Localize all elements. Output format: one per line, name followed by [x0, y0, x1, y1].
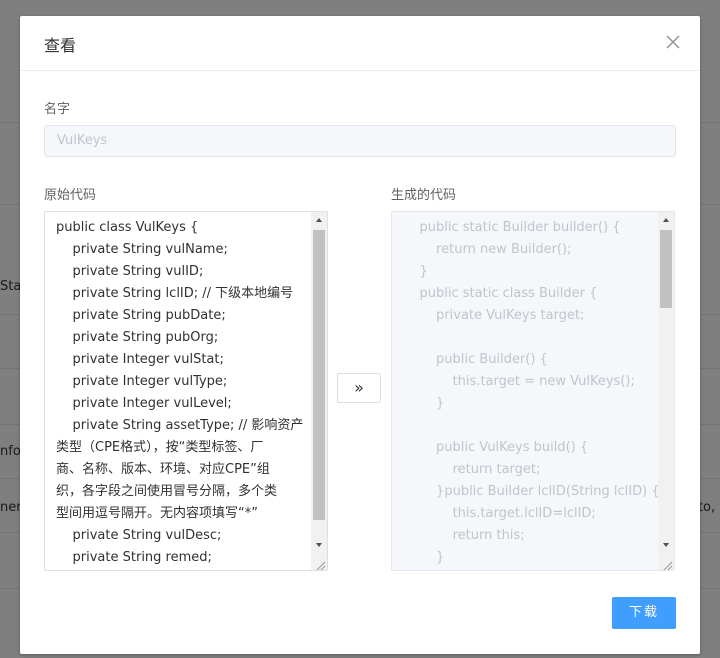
- view-dialog: 查看 名字 VulKeys 原始代码 生成的代码 public class Vu…: [20, 16, 700, 654]
- dialog-header: 查看: [20, 16, 700, 71]
- code-line: private Integer vulStat;: [56, 352, 224, 367]
- code-line: 商、名称、版本、环境、对应CPE”组: [56, 462, 270, 477]
- scroll-down-arrow-icon[interactable]: [658, 538, 674, 552]
- generated-code-textarea[interactable]: public static Builder builder() { return…: [391, 211, 675, 571]
- name-label: 名字: [44, 102, 71, 117]
- code-line: 类型（CPE格式），按“类型标签、厂: [56, 440, 264, 455]
- close-icon[interactable]: [664, 33, 682, 51]
- code-line: this.target = new VulKeys();: [403, 374, 635, 389]
- code-line: 织，各字段之间使用冒号分隔，多个类: [56, 484, 278, 499]
- original-code-text: public class VulKeys { private String vu…: [45, 212, 311, 570]
- generated-code-label: 生成的代码: [391, 188, 457, 203]
- code-line: private Integer vulLevel;: [56, 396, 232, 411]
- name-field[interactable]: VulKeys: [44, 125, 676, 157]
- code-line: public class VulKeys {: [56, 220, 199, 235]
- original-code-label: 原始代码: [44, 188, 97, 203]
- code-line: private String vulID;: [56, 264, 204, 279]
- code-line: this.target.lclID=lclID;: [403, 506, 596, 521]
- scroll-down-arrow-icon[interactable]: [311, 538, 327, 552]
- resize-handle-icon[interactable]: [660, 556, 673, 570]
- code-line: }: [403, 550, 445, 565]
- download-button[interactable]: 下载: [612, 597, 676, 629]
- code-line: }public Builder lclID(String lclID) {: [403, 484, 658, 499]
- code-line: private VulKeys target;: [403, 308, 585, 323]
- scroll-up-arrow-icon[interactable]: [311, 214, 327, 228]
- convert-button[interactable]: »: [337, 373, 381, 403]
- code-line: private String remed;: [56, 550, 212, 565]
- code-line: 型间用逗号隔开。无内容项填写“*”: [56, 506, 258, 521]
- code-line: private String lclID; // 下级本地编号: [56, 286, 294, 301]
- code-line: return this;: [403, 528, 525, 543]
- code-line: return new Builder();: [403, 242, 572, 257]
- code-line: public VulKeys build() {: [403, 440, 589, 455]
- code-line: public static class Builder {: [403, 286, 598, 301]
- original-code-textarea[interactable]: public class VulKeys { private String vu…: [44, 211, 328, 571]
- generated-code-scrollbar[interactable]: [658, 212, 674, 570]
- scrollbar-thumb[interactable]: [660, 230, 672, 308]
- code-line: public static Builder builder() {: [403, 220, 621, 235]
- resize-handle-icon[interactable]: [313, 556, 326, 570]
- scroll-up-arrow-icon[interactable]: [658, 214, 674, 228]
- original-code-scrollbar[interactable]: [311, 212, 327, 570]
- scrollbar-thumb[interactable]: [313, 230, 325, 520]
- code-line: public Builder() {: [403, 352, 548, 367]
- code-line: private String assetType; // 影响资产: [56, 418, 304, 433]
- code-line: private String vulDesc;: [56, 528, 222, 543]
- dialog-title: 查看: [44, 36, 77, 55]
- code-line: return target;: [403, 462, 541, 477]
- generated-code-text: public static Builder builder() { return…: [392, 212, 658, 570]
- code-line: private String vulName;: [56, 242, 228, 257]
- code-line: private Integer vulType;: [56, 374, 228, 389]
- code-line: private String pubDate;: [56, 308, 226, 323]
- code-line: private String pubOrg;: [56, 330, 219, 345]
- code-line: }: [403, 396, 445, 411]
- code-line: }: [403, 264, 428, 279]
